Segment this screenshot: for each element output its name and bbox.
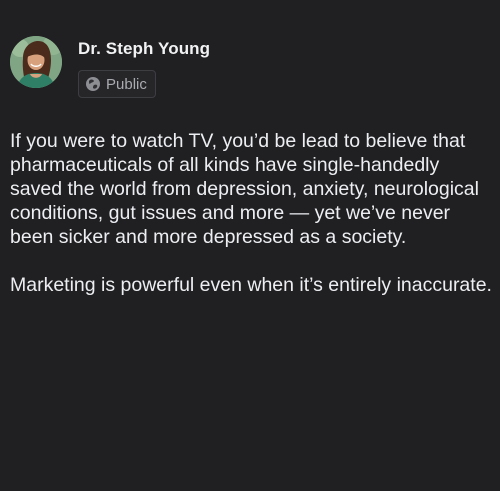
post-meta: Dr. Steph Young Public [78,36,210,98]
post-card: Dr. Steph Young Public If you were to wa… [0,0,500,491]
post-content: If you were to watch TV, you’d be lead t… [10,129,494,321]
globe-icon [85,76,101,92]
post-header: Dr. Steph Young Public [10,36,210,98]
avatar[interactable] [10,36,62,88]
author-name[interactable]: Dr. Steph Young [78,39,210,59]
privacy-label: Public [106,75,147,93]
post-paragraph-1: If you were to watch TV, you’d be lead t… [10,130,479,248]
post-paragraph-2: Marketing is powerful even when it’s ent… [10,274,492,296]
privacy-selector[interactable]: Public [78,70,156,98]
